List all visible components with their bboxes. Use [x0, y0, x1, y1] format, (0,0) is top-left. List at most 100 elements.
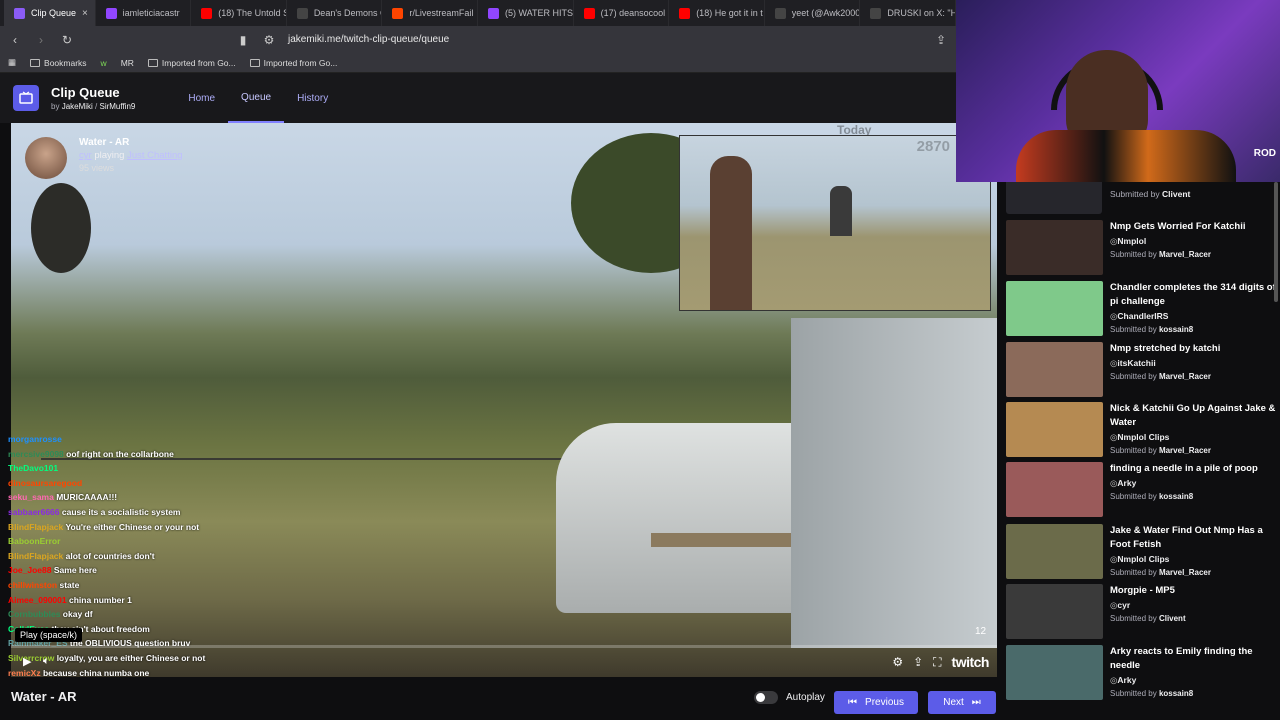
queue-item-title: Nmp stretched by katchi — [1110, 343, 1221, 354]
clip-thumbnail[interactable] — [1006, 524, 1103, 579]
queue-item[interactable]: Chandler completes the 314 digits of pi … — [1006, 281, 1276, 336]
nav-queue[interactable]: Queue — [228, 73, 285, 123]
share-icon[interactable]: ⇪ — [934, 33, 948, 47]
chat-username[interactable]: Joe_Joe88 — [8, 565, 51, 575]
chat-username[interactable]: TheDavo101 — [8, 463, 58, 473]
fullscreen-icon[interactable]: ⛶ — [933, 655, 941, 670]
channel-link[interactable]: cyr — [79, 150, 92, 161]
queue-item[interactable]: Nmp Gets Worried For Katchii Nmplol Submit… — [1006, 220, 1276, 275]
twitch-logo[interactable]: twitch — [952, 654, 990, 670]
browser-tab[interactable]: Dean's Demons C — [287, 0, 383, 26]
queue-item[interactable]: Nmp stretched by katchi itsKatchii Submitt… — [1006, 342, 1276, 397]
settings-icon[interactable]: ⚙ — [892, 655, 903, 669]
player-controls: ▶ 🔈︎ ⚙ ⇪ ⛶ twitch — [11, 650, 997, 674]
folder-icon — [249, 59, 260, 68]
queue-item[interactable]: Arky reacts to Emily finding the needle A… — [1006, 645, 1276, 700]
reload-icon[interactable]: ↻ — [60, 33, 74, 47]
browser-tab[interactable]: yeet (@Awk2000) — [765, 0, 861, 26]
chat-text: cause its a socialistic system — [61, 506, 181, 517]
chat-username[interactable]: Cornbubbles — [8, 609, 60, 619]
chat-message: BlindFlapjack You're either Chinese or y… — [8, 520, 268, 535]
queue-item-channel: Nmplol Clips — [1110, 554, 1276, 565]
chat-username[interactable]: dinosaursaregood — [8, 478, 82, 488]
queue-item[interactable]: finding a needle in a pile of poop Arky Su… — [1006, 462, 1276, 517]
author-link[interactable]: JakeMiki — [62, 102, 93, 111]
previous-icon: ⏮ — [848, 697, 858, 708]
autoplay-control[interactable]: Autoplay — [754, 691, 825, 704]
clip-info: Water - AR cyr playing Just Chatting 95 … — [25, 137, 183, 179]
bookmark-item[interactable]: Imported from Go... — [147, 58, 236, 68]
favicon-icon — [583, 7, 595, 19]
next-button[interactable]: Next ⏭ — [928, 691, 996, 714]
clip-thumbnail[interactable] — [1006, 645, 1103, 700]
clip-thumbnail[interactable] — [1006, 402, 1103, 457]
chat-username[interactable]: mercsive9098 — [8, 449, 64, 459]
autoplay-toggle[interactable] — [754, 691, 778, 704]
chat-username[interactable]: chillwinston — [8, 580, 57, 590]
autoplay-label: Autoplay — [786, 692, 825, 703]
queue-thumbnail[interactable] — [1006, 182, 1102, 214]
back-icon[interactable]: ‹ — [8, 33, 22, 47]
folder-icon — [147, 59, 158, 68]
queue-item[interactable]: Jake & Water Find Out Nmp Has a Foot Fet… — [1006, 524, 1276, 579]
chat-text: You're either Chinese or your not — [65, 521, 200, 532]
clip-thumbnail[interactable] — [1006, 220, 1103, 275]
chat-message: chillwinston state — [8, 578, 268, 593]
chat-username[interactable]: BaboonError — [8, 536, 60, 546]
chat-message: seku_sama MURICAAAA!!! — [8, 490, 268, 505]
chat-username[interactable]: BlindFlapjack — [8, 551, 63, 561]
chat-username[interactable]: morganrosse — [8, 434, 62, 444]
queue-item[interactable]: Nick & Katchii Go Up Against Jake & Wate… — [1006, 402, 1276, 457]
clip-thumbnail[interactable] — [1006, 342, 1103, 397]
author-link[interactable]: SirMuffin9 — [99, 102, 135, 111]
site-info-icon[interactable]: ⚙ — [262, 33, 276, 47]
nav-history[interactable]: History — [284, 73, 341, 123]
browser-tab[interactable]: (5) WATER HITS W — [478, 0, 574, 26]
van — [556, 423, 816, 613]
tv-logo-icon[interactable] — [13, 85, 39, 111]
bookmark-item[interactable]: Imported from Go... — [249, 58, 337, 68]
progress-bar[interactable] — [11, 645, 997, 648]
clip-thumbnail[interactable] — [1006, 462, 1103, 517]
close-tab-icon[interactable]: × — [82, 8, 88, 19]
browser-tab[interactable]: (17) deansocool — [574, 0, 670, 26]
browser-tab[interactable]: (18) He got it in t — [669, 0, 765, 26]
url-field[interactable]: jakemiki.me/twitch-clip-queue/queue — [288, 34, 922, 45]
queue-item-title: Nmp Gets Worried For Katchii — [1110, 221, 1246, 232]
chat-username[interactable]: sabbaer6666 — [8, 507, 60, 517]
clip-thumbnail[interactable] — [1006, 584, 1103, 639]
browser-tab[interactable]: iamleticiacastr — [96, 0, 192, 26]
chat-text: oof right on the collarbone — [66, 448, 174, 459]
volume-icon[interactable]: 🔈︎ — [43, 655, 50, 668]
queue-item[interactable]: Morgpie - MP5 cyr Submitted by Clivent — [1006, 584, 1276, 639]
chat-message: Joe_Joe88 Same here — [8, 563, 268, 578]
sidebar-scrollbar[interactable] — [1274, 182, 1278, 302]
bookmark-item[interactable]: w — [101, 58, 107, 68]
forward-icon[interactable]: › — [34, 33, 48, 47]
browser-tab[interactable]: (18) The Untold S — [191, 0, 287, 26]
browser-tab[interactable]: Clip Queue × — [4, 0, 96, 26]
clip-thumbnail[interactable] — [1006, 281, 1103, 336]
play-tooltip: Play (space/k) — [15, 628, 83, 642]
nav-home[interactable]: Home — [175, 73, 228, 123]
play-icon[interactable]: ▶ — [23, 655, 31, 668]
browser-tab[interactable]: DRUSKI on X: "He — [860, 0, 956, 26]
chat-username[interactable]: seku_sama — [8, 492, 54, 502]
address-bar: ‹ › ↻ ▮ ⚙ jakemiki.me/twitch-clip-queue/… — [0, 26, 956, 53]
share-icon[interactable]: ⇪ — [913, 655, 923, 669]
chat-text: okay df — [62, 609, 93, 620]
folder-icon — [30, 59, 41, 68]
chat-username[interactable]: BlindFlapjack — [8, 522, 63, 532]
queue-item-title: Nick & Katchii Go Up Against Jake & Wate… — [1110, 403, 1276, 428]
chat-username[interactable]: Aimee_090001 — [8, 595, 67, 605]
previous-button[interactable]: ⏮ Previous — [834, 691, 918, 714]
tab-label: yeet (@Awk2000) — [791, 8, 861, 18]
bookmark-item[interactable]: MR — [121, 58, 134, 68]
tab-label: (5) WATER HITS W — [505, 8, 573, 18]
bookmark-item[interactable]: Bookmarks — [30, 58, 87, 68]
apps-icon[interactable]: ▦ — [8, 57, 16, 68]
browser-tab[interactable]: r/LivestreamFail — [382, 0, 478, 26]
game-link[interactable]: Just Chatting — [127, 150, 182, 161]
chat-message: sabbaer6666 cause its a socialistic syst… — [8, 505, 268, 520]
bookmark-icon[interactable]: ▮ — [236, 33, 250, 47]
